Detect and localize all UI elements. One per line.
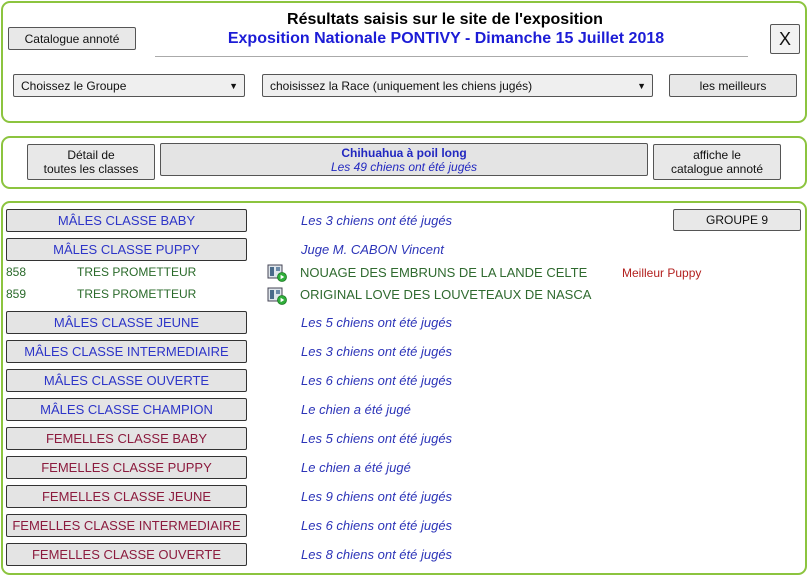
show-catalogue-button[interactable]: affiche le catalogue annoté [653,144,781,180]
class-info: Le chien a été jugé [301,460,411,475]
show-catalogue-line1: affiche le [693,148,741,162]
dog-number: 859 [6,287,27,301]
group-select-value: Choissez le Groupe [21,78,127,93]
class-button-males-champion[interactable]: MÂLES CLASSE CHAMPION [6,398,247,421]
page-title: Résultats saisis sur le site de l'exposi… [287,11,603,28]
class-info: Les 3 chiens ont été jugés [301,213,453,228]
chevron-down-icon: ▼ [229,80,238,91]
class-button-males-jeune[interactable]: MÂLES CLASSE JEUNE [6,311,247,334]
class-button-males-intermediaire[interactable]: MÂLES CLASSE INTERMEDIAIRE [6,340,247,363]
prize-label: Meilleur Puppy [622,266,702,280]
video-icon[interactable] [267,264,287,282]
class-detail-line1: Détail de [67,148,115,162]
class-button-femelles-puppy[interactable]: FEMELLES CLASSE PUPPY [6,456,247,479]
class-button-femelles-intermediaire[interactable]: FEMELLES CLASSE INTERMEDIAIRE [6,514,247,537]
chevron-down-icon: ▼ [637,80,646,91]
breed-title: Chihuahua à poil long [341,145,467,160]
dog-grade: TRES PROMETTEUR [77,287,197,301]
class-button-femelles-baby[interactable]: FEMELLES CLASSE BABY [6,427,247,450]
class-info: Les 6 chiens ont été jugés [301,518,453,533]
class-info: Les 5 chiens ont été jugés [301,431,453,446]
group-select[interactable]: Choissez le Groupe ▼ [13,74,245,97]
catalogue-annote-button[interactable]: Catalogue annoté [8,27,136,50]
class-button-males-ouverte[interactable]: MÂLES CLASSE OUVERTE [6,369,247,392]
close-icon: X [778,29,791,49]
header-divider [155,56,748,57]
class-detail-button[interactable]: Détail de toutes les classes [27,144,155,180]
class-info: Le chien a été jugé [301,402,411,417]
class-button-males-baby[interactable]: MÂLES CLASSE BABY [6,209,247,232]
show-catalogue-line2: catalogue annoté [670,162,764,176]
race-select-value: choisissez la Race (uniquement les chien… [270,78,533,93]
video-icon[interactable] [267,287,287,305]
breed-summary[interactable]: Chihuahua à poil long Les 49 chiens ont … [160,143,648,176]
breed-judged-count: Les 49 chiens ont été jugés [330,159,478,174]
class-info: Les 9 chiens ont été jugés [301,489,453,504]
judge-name: Juge M. CABON Vincent [301,242,444,257]
class-button-femelles-ouverte[interactable]: FEMELLES CLASSE OUVERTE [6,543,247,566]
class-button-femelles-jeune[interactable]: FEMELLES CLASSE JEUNE [6,485,247,508]
class-info: Les 3 chiens ont été jugés [301,344,453,359]
class-button-males-puppy[interactable]: MÂLES CLASSE PUPPY [6,238,247,261]
class-info: Les 6 chiens ont été jugés [301,373,453,388]
class-info: Les 8 chiens ont été jugés [301,547,453,562]
dog-grade: TRES PROMETTEUR [77,265,197,279]
class-detail-line2: toutes les classes [43,162,139,176]
close-button[interactable]: X [770,24,800,54]
dog-name[interactable]: ORIGINAL LOVE DES LOUVETEAUX DE NASCA [300,287,591,302]
race-select[interactable]: choisissez la Race (uniquement les chien… [262,74,653,97]
class-info: Les 5 chiens ont été jugés [301,315,453,330]
exhibition-subtitle: Exposition Nationale PONTIVY - Dimanche … [227,30,665,47]
best-dogs-button[interactable]: les meilleurs [669,74,797,97]
dog-number: 858 [6,265,27,279]
group-badge-button[interactable]: GROUPE 9 [673,209,801,231]
dog-name[interactable]: NOUAGE DES EMBRUNS DE LA LANDE CELTE [300,265,587,280]
